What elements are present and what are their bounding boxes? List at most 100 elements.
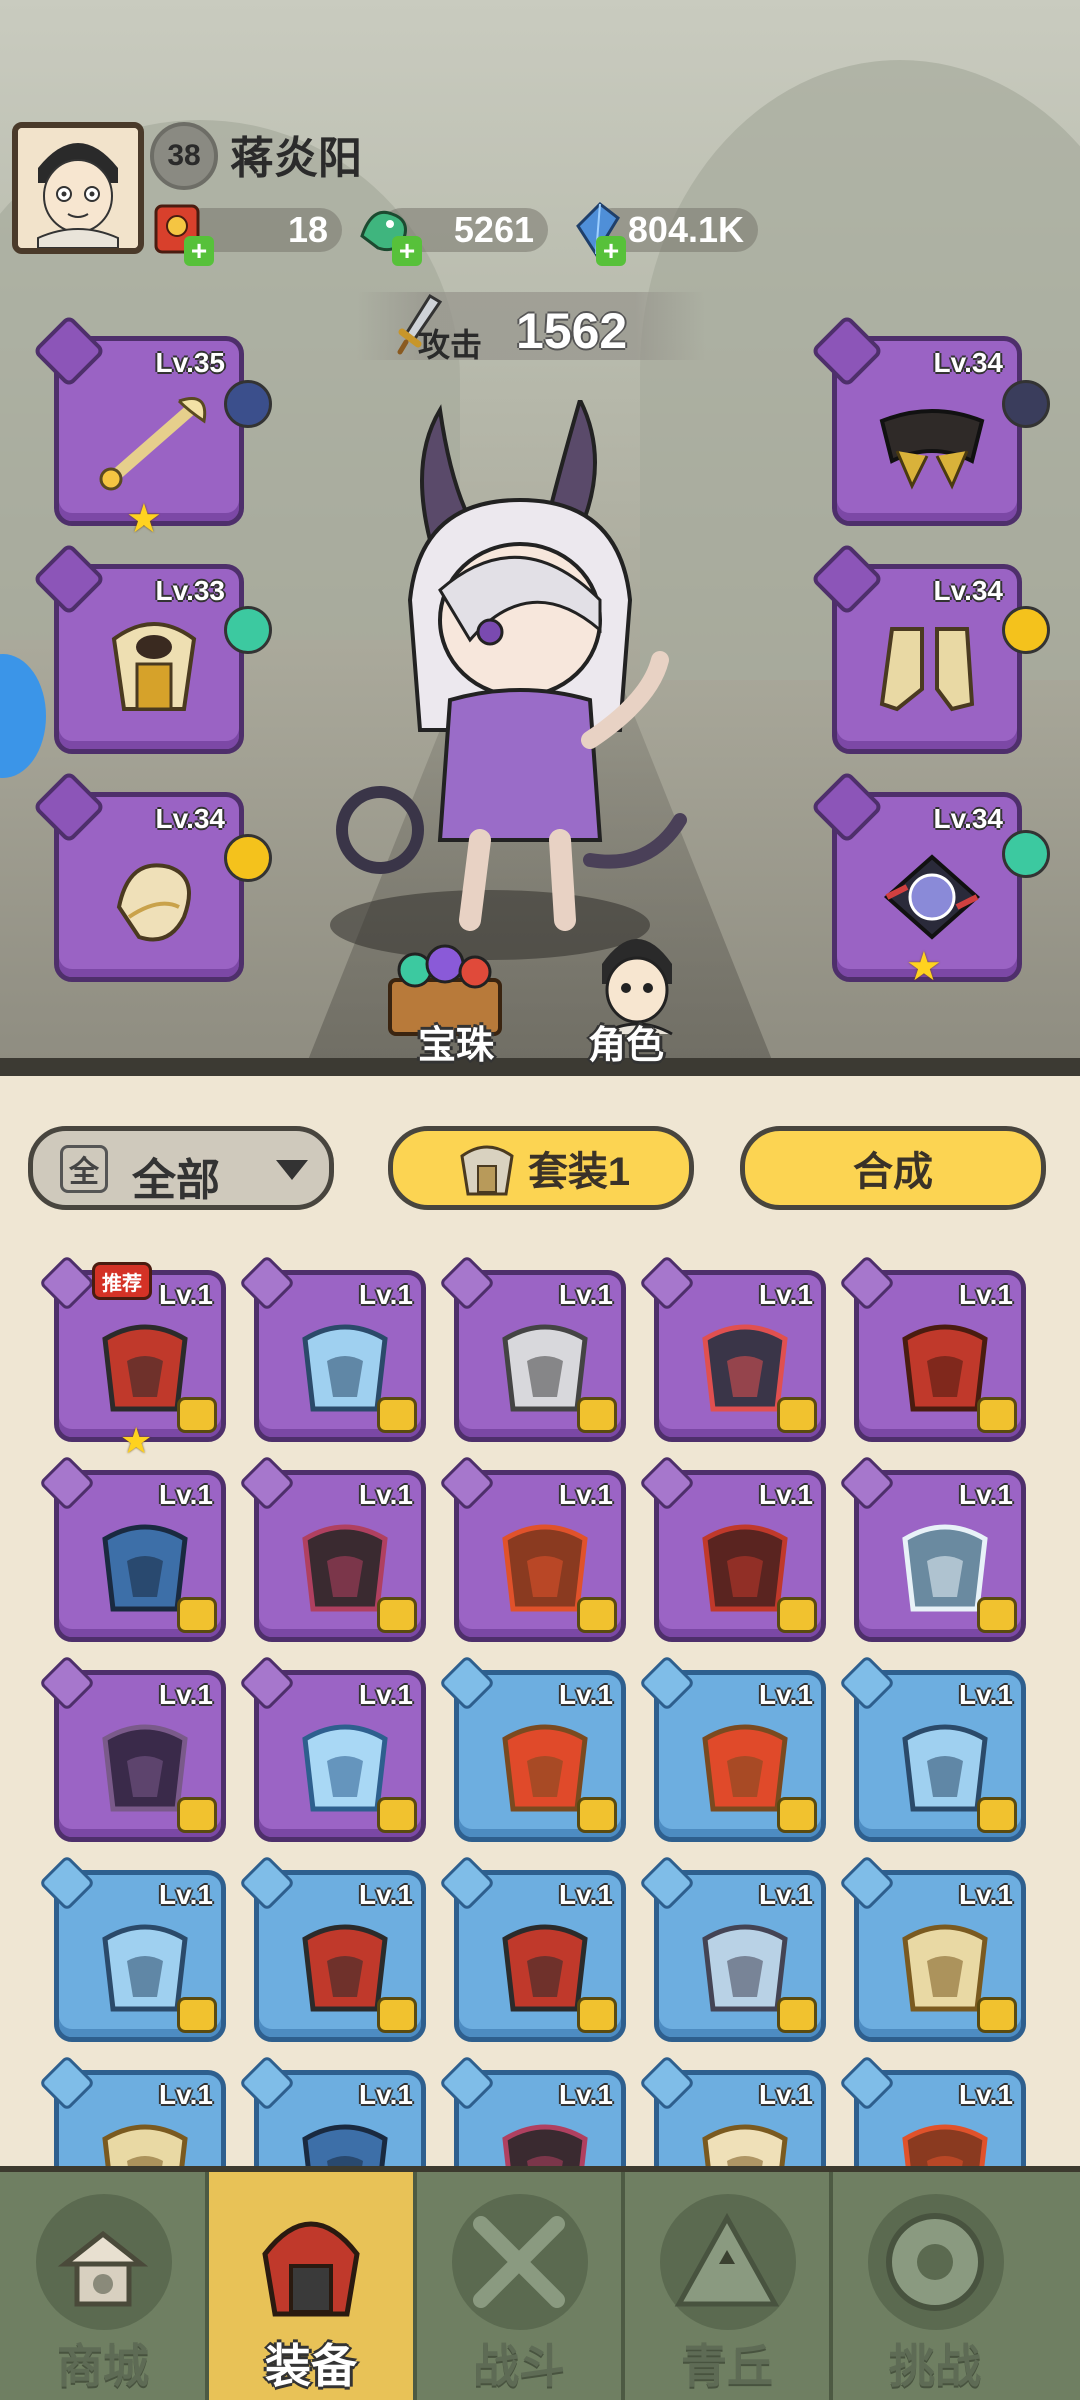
inventory-item[interactable]: Lv.1 — [638, 1454, 826, 1642]
chevron-down-icon — [276, 1160, 308, 1180]
equipped-ring-slot[interactable]: Lv.34 — [32, 770, 244, 982]
tab-gems[interactable]: 宝珠 — [418, 1014, 494, 1069]
item-level: Lv.1 — [359, 2079, 413, 2110]
challenge-disc-icon — [886, 2213, 984, 2311]
inventory-item[interactable]: Lv.1 — [38, 1854, 226, 2042]
item-level: Lv.1 — [359, 1679, 413, 1710]
equipped-level: Lv.34 — [933, 803, 1003, 834]
item-level: Lv.1 — [959, 2079, 1013, 2110]
equip-shirt-icon — [577, 1997, 617, 2033]
avatar-portrait-icon — [18, 128, 138, 248]
equipped-boots-slot[interactable]: Lv.34 — [810, 542, 1022, 754]
item-level: Lv.1 — [559, 1479, 613, 1510]
gem-socket-icon — [1002, 380, 1050, 428]
inventory-item[interactable]: Lv.1 — [438, 1654, 626, 1842]
shop-pagoda-icon — [57, 2230, 149, 2307]
item-level: Lv.1 — [559, 2079, 613, 2110]
item-level: Lv.1 — [159, 1479, 213, 1510]
equip-shirt-icon — [377, 1797, 417, 1833]
inventory-item[interactable]: Lv.1 — [238, 1454, 426, 1642]
orb-amulet-icon — [883, 854, 981, 940]
star-icon: ★ — [906, 945, 942, 989]
item-level: Lv.1 — [159, 1679, 213, 1710]
inventory-item[interactable]: Lv.1 — [238, 1254, 426, 1442]
inventory-item[interactable]: Lv.1 — [238, 1854, 426, 2042]
inventory-item[interactable]: Lv.1 — [38, 1454, 226, 1642]
mountain-icon — [674, 2212, 780, 2307]
tab-character[interactable]: 角色 — [588, 1014, 664, 1069]
nav-label: 挑战 — [889, 2340, 981, 2392]
equipment-helmet-icon — [262, 2221, 360, 2317]
add-jade-button[interactable]: + — [392, 236, 422, 266]
star-icon: ★ — [126, 497, 162, 541]
recommend-badge: 推荐 — [92, 1262, 152, 1300]
add-crystal-button[interactable]: + — [596, 236, 626, 266]
inventory-item[interactable]: Lv.1 — [838, 1454, 1026, 1642]
attack-label: 攻击 — [418, 327, 483, 363]
inventory-item[interactable]: Lv.1 — [638, 1654, 826, 1842]
synthesize-button[interactable]: 合成 — [740, 1126, 1046, 1210]
inventory-item[interactable]: Lv.1 — [438, 1854, 626, 2042]
item-level: Lv.1 — [759, 1879, 813, 1910]
filter-all-icon: 全 — [60, 1145, 108, 1193]
gem-socket-icon — [224, 606, 272, 654]
player-level-badge: 38 — [150, 122, 218, 190]
equip-shirt-icon — [977, 1397, 1017, 1433]
equip-shirt-icon — [377, 1597, 417, 1633]
nav-tab-1[interactable]: 装备 — [208, 2172, 414, 2400]
inventory-item[interactable]: Lv.1 — [838, 1254, 1026, 1442]
player-name: 蒋炎阳 — [230, 134, 362, 183]
dark-belt-icon — [879, 409, 985, 490]
inventory-item[interactable]: Lv.1 — [38, 1654, 226, 1842]
equip-shirt-icon — [777, 1797, 817, 1833]
equip-shirt-icon — [977, 1797, 1017, 1833]
nav-tab-0[interactable]: 商城 — [0, 2172, 206, 2400]
inventory-item[interactable]: Lv.1 — [438, 1254, 626, 1442]
inventory-item[interactable]: Lv.1 — [838, 1654, 1026, 1842]
inventory-item[interactable]: Lv.1 — [238, 1654, 426, 1842]
equipped-armor-slot[interactable]: Lv.33 — [32, 542, 244, 754]
nav-label: 青丘 — [681, 2340, 773, 2392]
equipped-belt-slot[interactable]: Lv.34 — [810, 314, 1022, 526]
inventory-item[interactable]: Lv.1 — [838, 1854, 1026, 2042]
gem-socket-icon — [224, 834, 272, 882]
item-level: Lv.1 — [159, 1879, 213, 1910]
equip-shirt-icon — [177, 1797, 217, 1833]
equip-shirt-icon — [577, 1397, 617, 1433]
equipped-level: Lv.34 — [933, 575, 1003, 606]
gem-socket-icon — [224, 380, 272, 428]
equip-shirt-icon — [977, 1597, 1017, 1633]
item-level: Lv.1 — [759, 2079, 813, 2110]
nav-tab-4[interactable]: 挑战 — [832, 2172, 1038, 2400]
item-level: Lv.1 — [759, 1479, 813, 1510]
equip-shirt-icon — [777, 1397, 817, 1433]
add-envelope-button[interactable]: + — [184, 236, 214, 266]
golden-armor-icon — [111, 622, 197, 711]
nav-label: 战斗 — [473, 2340, 565, 2392]
item-level: Lv.1 — [559, 1879, 613, 1910]
item-level: Lv.1 — [159, 1279, 213, 1310]
star-icon: ★ — [120, 1420, 153, 1461]
item-level: Lv.1 — [959, 1479, 1013, 1510]
item-level: Lv.1 — [359, 1279, 413, 1310]
nav-label: 商城 — [57, 2340, 149, 2392]
equip-shirt-icon — [777, 1597, 817, 1633]
attack-value: 1562 — [516, 303, 628, 359]
equipment-set-button[interactable]: 套装1 — [388, 1126, 694, 1210]
inventory-item[interactable]: Lv.1 — [638, 1854, 826, 2042]
equip-shirt-icon — [177, 1997, 217, 2033]
player-avatar[interactable] — [12, 122, 144, 254]
hero-character-icon[interactable] — [330, 400, 710, 960]
equip-shirt-icon — [177, 1397, 217, 1433]
nav-label: 装备 — [265, 2340, 357, 2392]
nav-separator — [621, 2172, 625, 2400]
item-level: Lv.1 — [359, 1479, 413, 1510]
nav-tab-2[interactable]: 战斗 — [416, 2172, 622, 2400]
inventory-item[interactable]: Lv.1 — [438, 1454, 626, 1642]
equip-shirt-icon — [177, 1597, 217, 1633]
nav-tab-3[interactable]: 青丘 — [624, 2172, 830, 2400]
equip-shirt-icon — [377, 1397, 417, 1433]
gem-socket-icon — [1002, 606, 1050, 654]
inventory-item[interactable]: Lv.1 — [638, 1254, 826, 1442]
equipped-level: Lv.34 — [933, 347, 1003, 378]
